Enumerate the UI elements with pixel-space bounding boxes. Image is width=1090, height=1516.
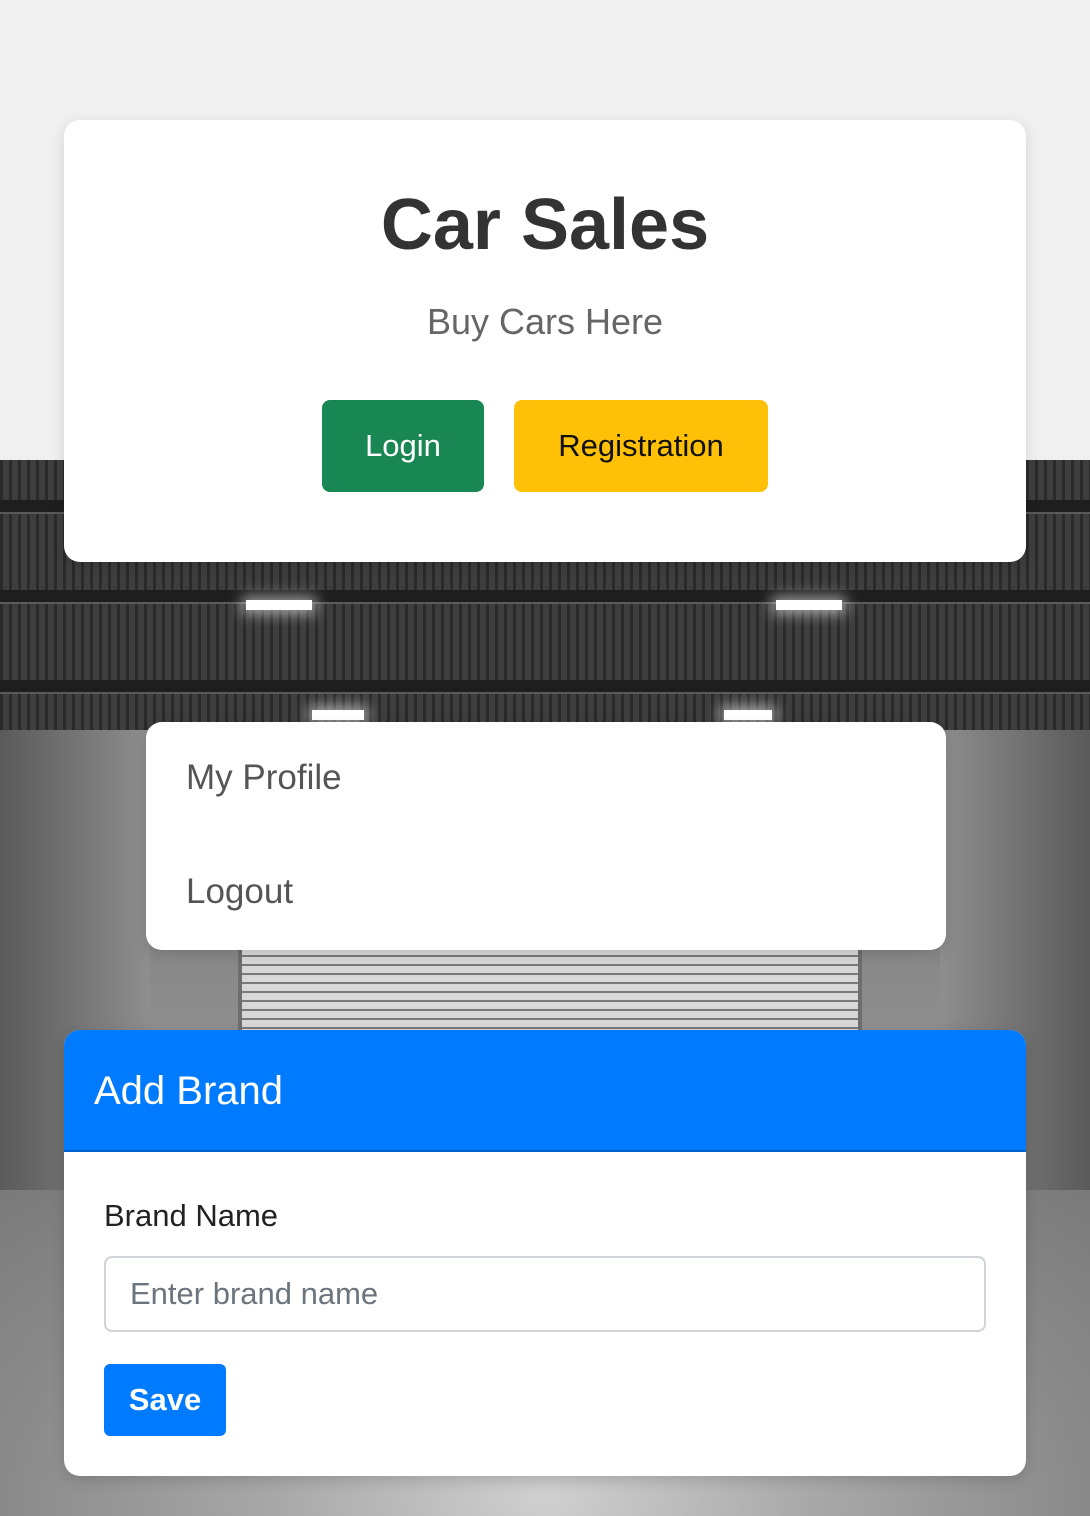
hero-card: Car Sales Buy Cars Here Login Registrati… [64, 120, 1026, 562]
site-subtitle: Buy Cars Here [426, 301, 664, 342]
menu-item-logout[interactable]: Logout [186, 872, 293, 912]
auth-button-row: Login Registration [64, 400, 1026, 492]
user-menu: My Profile Logout [146, 722, 946, 950]
site-title: Car Sales [380, 185, 710, 265]
registration-button[interactable]: Registration [514, 400, 768, 492]
add-brand-card-header: Add Brand [64, 1030, 1026, 1152]
add-brand-title: Add Brand [94, 1069, 284, 1113]
brand-name-label: Brand Name [104, 1198, 279, 1233]
ceiling-beam [0, 680, 1090, 694]
ceiling-light [724, 710, 772, 720]
ceiling-light [312, 710, 364, 720]
ceiling-beam [0, 590, 1090, 604]
add-brand-card: Add Brand Brand Name Save [64, 1030, 1026, 1476]
brand-name-input[interactable] [104, 1256, 986, 1332]
save-button[interactable]: Save [104, 1364, 226, 1436]
garage-roller-door [238, 948, 862, 1030]
login-button[interactable]: Login [322, 400, 484, 492]
ceiling-light [776, 600, 842, 610]
ceiling-light [246, 600, 312, 610]
menu-item-my-profile[interactable]: My Profile [186, 758, 342, 798]
